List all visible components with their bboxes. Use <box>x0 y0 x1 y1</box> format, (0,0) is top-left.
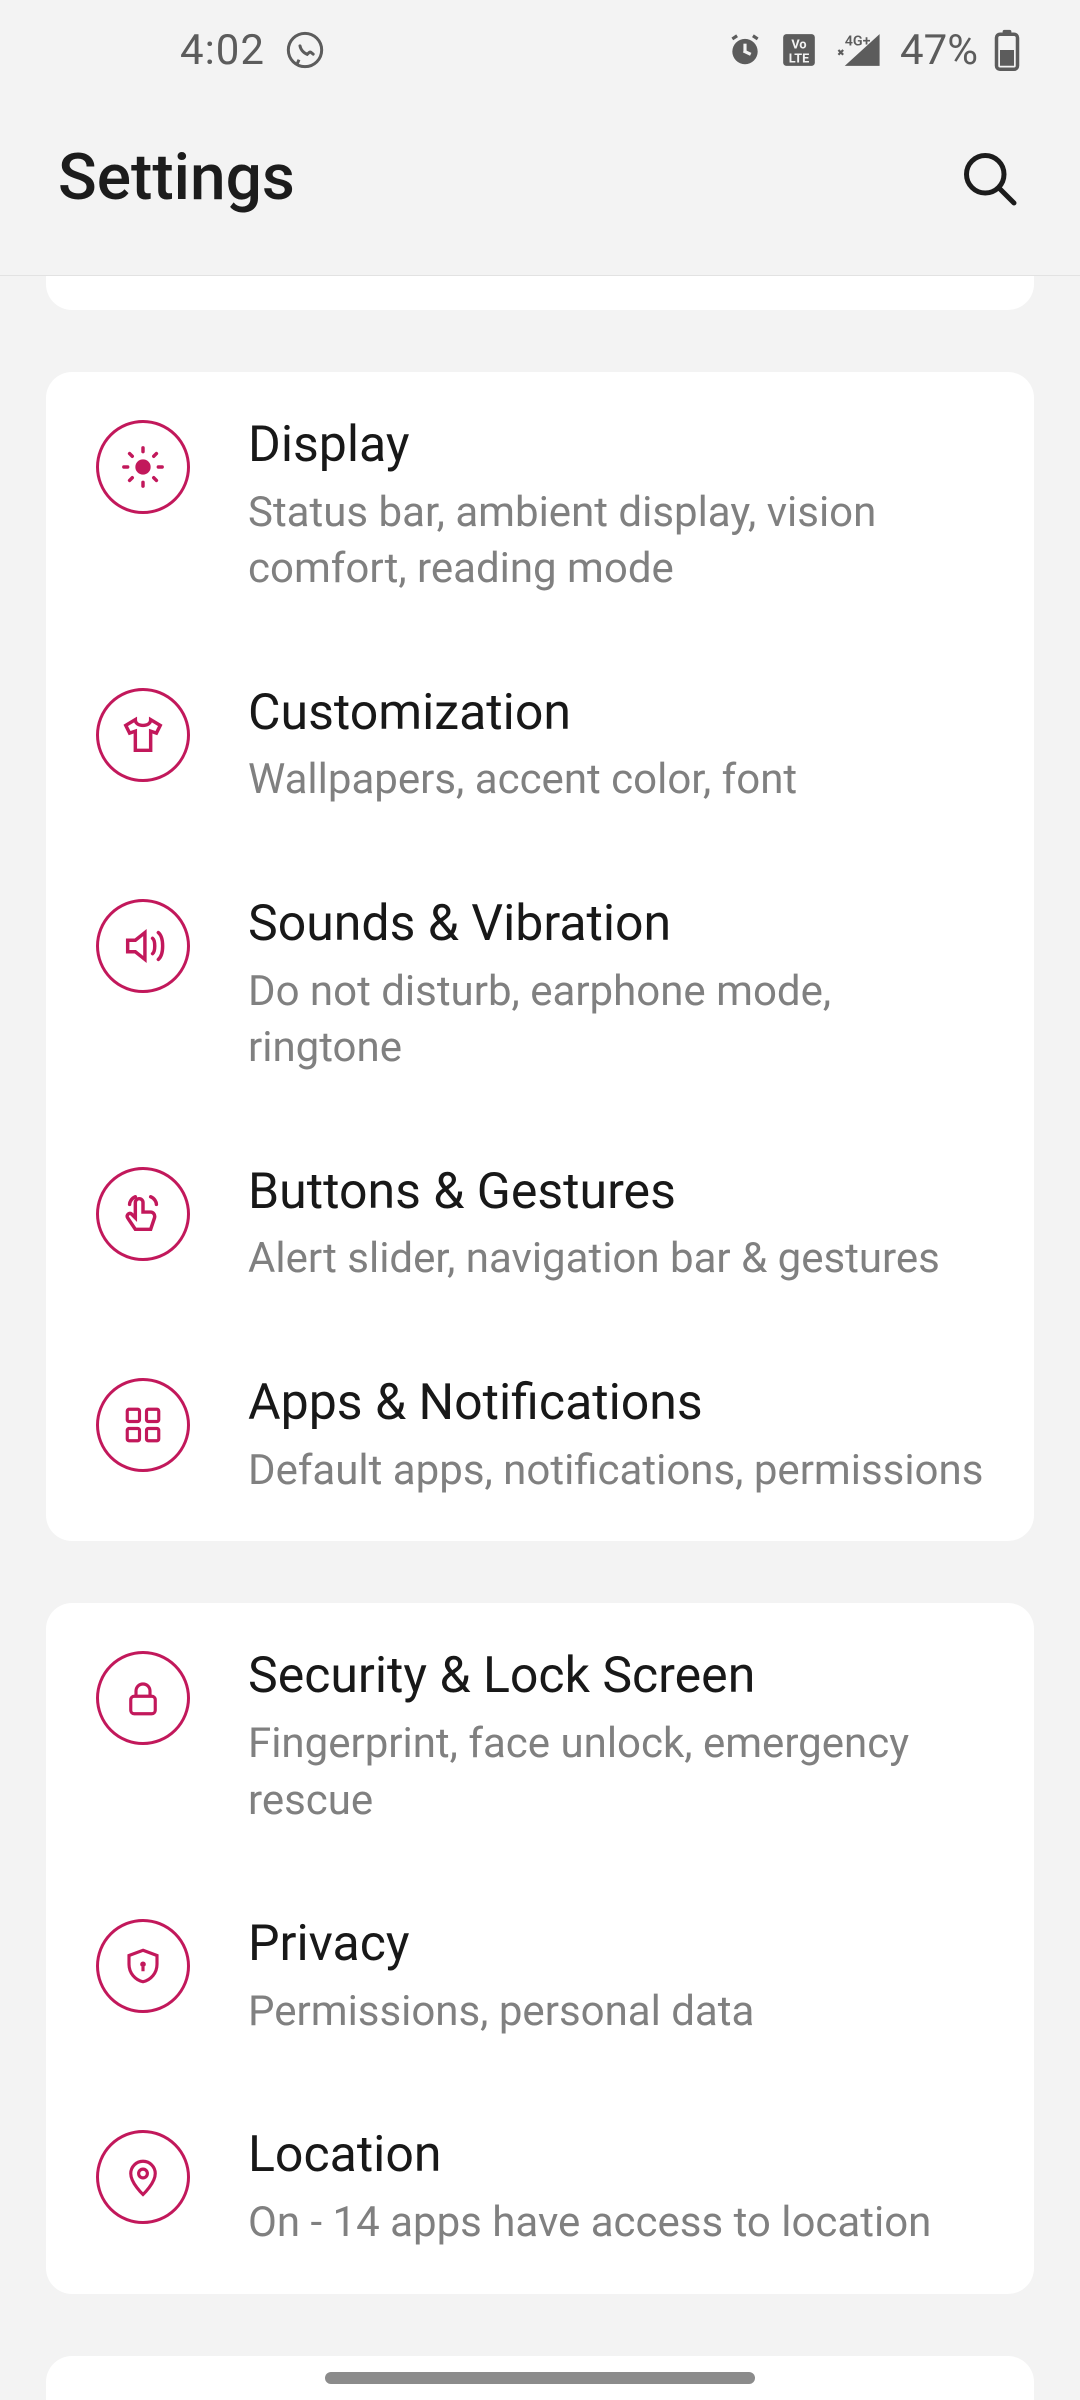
row-subtitle: Default apps, notifications, permissions <box>248 1443 983 1500</box>
settings-row-privacy[interactable]: Privacy Permissions, personal data <box>46 1871 1034 2082</box>
whatsapp-icon <box>285 30 325 70</box>
page-title: Settings <box>58 140 295 215</box>
row-title: Customization <box>248 682 797 745</box>
settings-row-security[interactable]: Security & Lock Screen Fingerprint, face… <box>46 1603 1034 1871</box>
settings-scroll[interactable]: Display Status bar, ambient display, vis… <box>0 276 1080 2400</box>
svg-text:LTE: LTE <box>789 52 809 67</box>
row-title: Privacy <box>248 1913 754 1976</box>
row-subtitle: Fingerprint, face unlock, emergency resc… <box>248 1716 984 1829</box>
settings-row-location[interactable]: Location On - 14 apps have access to loc… <box>46 2082 1034 2293</box>
signal-icon: 4G+ <box>834 31 884 69</box>
settings-row-apps[interactable]: Apps & Notifications Default apps, notif… <box>46 1330 1034 1541</box>
row-subtitle: Permissions, personal data <box>248 1984 754 2041</box>
pin-icon <box>96 2130 190 2224</box>
search-button[interactable] <box>953 142 1025 214</box>
row-subtitle: Status bar, ambient display, vision comf… <box>248 485 984 598</box>
shirt-icon <box>96 688 190 782</box>
status-bar: 4:02 Vo LTE 4G <box>0 0 1080 100</box>
settings-row-display[interactable]: Display Status bar, ambient display, vis… <box>46 372 1034 640</box>
row-title: Apps & Notifications <box>248 1372 983 1435</box>
row-title: Location <box>248 2124 931 2187</box>
row-title: Display <box>248 414 984 477</box>
touch-icon <box>96 1167 190 1261</box>
gesture-nav-handle[interactable] <box>325 2372 755 2384</box>
battery-icon <box>994 29 1020 71</box>
settings-row-buttons[interactable]: Buttons & Gestures Alert slider, navigat… <box>46 1119 1034 1330</box>
brightness-icon <box>96 420 190 514</box>
settings-row-sounds[interactable]: Sounds & Vibration Do not disturb, earph… <box>46 851 1034 1119</box>
volte-icon: Vo LTE <box>780 31 818 69</box>
grid-icon <box>96 1378 190 1472</box>
row-subtitle: Alert slider, navigation bar & gestures <box>248 1231 940 1288</box>
status-time: 4:02 <box>180 26 265 75</box>
alarm-icon <box>726 31 764 69</box>
settings-group: Display Status bar, ambient display, vis… <box>46 372 1034 1541</box>
shield-icon <box>96 1919 190 2013</box>
settings-group-cutoff-top <box>46 276 1034 310</box>
row-subtitle: Wallpapers, accent color, font <box>248 752 797 809</box>
row-title: Buttons & Gestures <box>248 1161 940 1224</box>
settings-group: Security & Lock Screen Fingerprint, face… <box>46 1603 1034 2293</box>
svg-text:Vo: Vo <box>791 37 806 52</box>
row-title: Security & Lock Screen <box>248 1645 984 1708</box>
row-subtitle: Do not disturb, earphone mode, ringtone <box>248 964 984 1077</box>
battery-percent: 47% <box>900 26 978 75</box>
search-icon <box>959 148 1019 208</box>
app-bar: Settings <box>0 100 1080 275</box>
row-title: Sounds & Vibration <box>248 893 984 956</box>
lock-icon <box>96 1651 190 1745</box>
settings-row-customization[interactable]: Customization Wallpapers, accent color, … <box>46 640 1034 851</box>
speaker-icon <box>96 899 190 993</box>
row-subtitle: On - 14 apps have access to location <box>248 2195 931 2252</box>
